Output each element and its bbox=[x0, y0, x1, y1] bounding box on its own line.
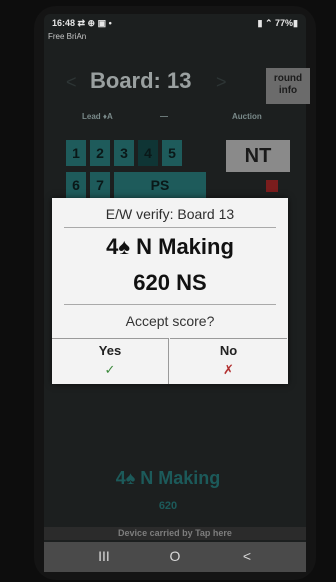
level-row-2: 6 7 PS bbox=[14, 172, 214, 198]
accept-question: Accept score? bbox=[125, 313, 215, 329]
round-info-line2: info bbox=[278, 85, 298, 96]
status-battery: ▮ ⌃ 77%▮ bbox=[257, 18, 298, 28]
strain-nt-button[interactable]: NT bbox=[226, 140, 290, 172]
prev-board-button[interactable]: < bbox=[66, 72, 77, 93]
cross-icon: ✗ bbox=[223, 362, 234, 377]
level-6-button[interactable]: 6 bbox=[66, 172, 86, 198]
level-1-button[interactable]: 1 bbox=[66, 140, 86, 166]
recent-apps-button[interactable]: III bbox=[89, 548, 119, 564]
android-navbar: III O < bbox=[44, 542, 306, 572]
dialog-title: E/W verify: Board 13 bbox=[105, 206, 235, 222]
yes-label: Yes bbox=[98, 343, 122, 358]
round-info-line1: round bbox=[273, 73, 303, 84]
no-label: No bbox=[219, 343, 238, 358]
double-button[interactable] bbox=[266, 180, 278, 192]
back-button[interactable]: < bbox=[232, 548, 262, 564]
app-name: Free BriAn bbox=[48, 32, 87, 41]
no-button[interactable]: No ✗ bbox=[170, 338, 287, 384]
divider bbox=[64, 304, 276, 305]
score-text: 620 NS bbox=[133, 270, 207, 295]
result-contract: 4♠ N Making bbox=[115, 468, 221, 488]
level-4-button[interactable]: 4 bbox=[138, 140, 158, 166]
device-carrier-bar[interactable]: Device carried by Tap here bbox=[44, 527, 306, 540]
dash-label: — bbox=[160, 112, 168, 121]
lead-label: Lead ♦A bbox=[82, 112, 113, 121]
level-2-button[interactable]: 2 bbox=[90, 140, 110, 166]
divider bbox=[64, 227, 276, 228]
info-labels: Lead ♦A — Auction bbox=[0, 112, 336, 124]
auction-label: Auction bbox=[232, 112, 262, 121]
home-button[interactable]: O bbox=[160, 548, 190, 564]
contract-text: 4♠ N Making bbox=[106, 234, 234, 259]
level-7-button[interactable]: 7 bbox=[90, 172, 110, 198]
pass-button[interactable]: PS bbox=[114, 172, 206, 198]
round-info-button[interactable]: round info bbox=[266, 68, 310, 104]
check-icon: ✓ bbox=[104, 362, 116, 377]
next-board-button[interactable]: > bbox=[216, 72, 227, 93]
status-bar: 16:48 ⇄ ⊕ ▣ • ▮ ⌃ 77%▮ bbox=[44, 14, 306, 32]
verify-dialog: E/W verify: Board 13 4♠ N Making 620 NS … bbox=[52, 198, 288, 384]
board-title: Board: 13 bbox=[90, 68, 192, 93]
level-5-button[interactable]: 5 bbox=[162, 140, 182, 166]
level-3-button[interactable]: 3 bbox=[114, 140, 134, 166]
result-score: 620 bbox=[158, 500, 178, 512]
status-time: 16:48 ⇄ ⊕ ▣ • bbox=[52, 18, 112, 28]
yes-button[interactable]: Yes ✓ bbox=[52, 338, 169, 384]
